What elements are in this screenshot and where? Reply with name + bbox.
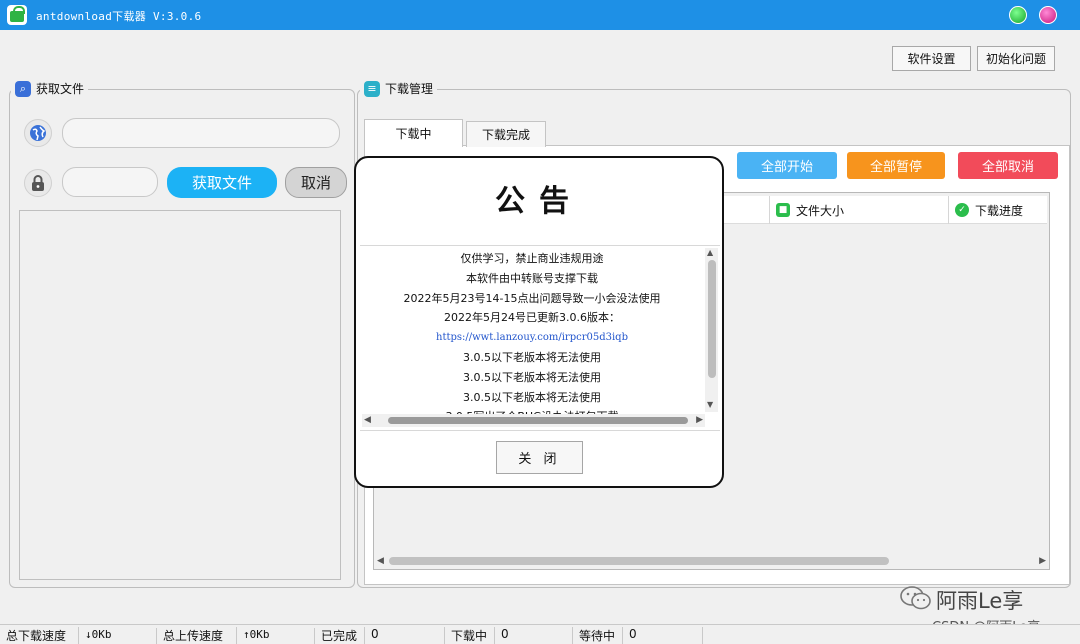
minimize-button[interactable] bbox=[1009, 6, 1027, 24]
globe-icon bbox=[24, 119, 52, 147]
scroll-left-icon[interactable]: ◀ bbox=[377, 556, 384, 566]
clipboard-icon: ≡ bbox=[364, 80, 380, 97]
cancel-button[interactable]: 取消 bbox=[285, 167, 347, 198]
downloading-value: 0 bbox=[495, 627, 573, 644]
notice-link[interactable]: https://wwt.lanzouy.com/irpcr05d3iqb bbox=[360, 328, 704, 348]
scroll-left-icon[interactable]: ◀ bbox=[364, 415, 371, 425]
notice-body[interactable]: 仅供学习，禁止商业违规用途 本软件由中转账号支撑下载 2022年5月23号14-… bbox=[360, 245, 720, 431]
up-speed-value: ↑0Kb bbox=[237, 628, 315, 644]
table-horizontal-scrollbar[interactable]: ◀ ▶ bbox=[375, 554, 1048, 568]
search-icon: ⌕ bbox=[15, 80, 31, 97]
watermark: 阿雨Le享 CSDN @阿雨Le享 bbox=[900, 583, 1078, 635]
wechat-icon bbox=[900, 586, 931, 610]
tab-completed[interactable]: 下载完成 bbox=[466, 121, 546, 147]
notice-dialog: 公告 仅供学习，禁止商业违规用途 本软件由中转账号支撑下载 2022年5月23号… bbox=[354, 156, 724, 488]
notice-title: 公告 bbox=[495, 184, 583, 219]
cancel-all-button[interactable]: 全部取消 bbox=[958, 152, 1058, 179]
notice-scroll-thumb[interactable] bbox=[708, 260, 716, 378]
scroll-right-icon[interactable]: ▶ bbox=[1039, 556, 1046, 566]
notice-line: 2022年5月23号14-15点出问题导致一小会没法使用 bbox=[403, 291, 661, 305]
notice-horizontal-scrollbar[interactable]: ◀ ▶ bbox=[362, 414, 705, 427]
url-input[interactable] bbox=[62, 118, 340, 148]
notice-vertical-scrollbar[interactable]: ▲ ▼ bbox=[705, 248, 718, 412]
notice-lines: 仅供学习，禁止商业违规用途 本软件由中转账号支撑下载 2022年5月23号14-… bbox=[360, 249, 704, 427]
notice-line: 仅供学习，禁止商业违规用途 bbox=[460, 252, 604, 265]
fetch-panel-title: 获取文件 bbox=[36, 82, 85, 96]
notice-line: 2022年5月24号已更新3.0.6版本： bbox=[444, 311, 620, 325]
title-bar: antdownload下载器 V:3.0.6 bbox=[0, 0, 1080, 30]
start-all-button[interactable]: 全部开始 bbox=[737, 152, 837, 179]
download-panel-header: ≡ 下载管理 bbox=[360, 80, 438, 97]
notice-close-button[interactable]: 关 闭 bbox=[496, 441, 583, 474]
tab-downloading[interactable]: 下载中 bbox=[364, 119, 463, 147]
lock-icon bbox=[24, 169, 52, 197]
download-panel-title: 下载管理 bbox=[385, 82, 434, 96]
init-issue-button[interactable]: 初始化问题 bbox=[977, 46, 1055, 71]
notice-hscroll-thumb[interactable] bbox=[388, 417, 688, 424]
check-icon: ✓ bbox=[955, 203, 969, 217]
notice-line: 3.0.5以下老版本将无法使用 bbox=[463, 390, 601, 404]
fetch-panel-header: ⌕ 获取文件 bbox=[11, 80, 89, 97]
notice-line: 3.0.5以下老版本将无法使用 bbox=[463, 350, 601, 364]
scroll-right-icon[interactable]: ▶ bbox=[696, 415, 703, 425]
column-progress-label: 下载进度 bbox=[975, 203, 1024, 218]
down-speed-value: ↓0Kb bbox=[79, 628, 157, 644]
column-file-size[interactable]: ■ 文件大小 bbox=[769, 196, 949, 224]
up-speed-label: 总上传速度 bbox=[157, 627, 237, 644]
window-title: antdownload下载器 V:3.0.6 bbox=[36, 10, 202, 23]
scroll-up-icon[interactable]: ▲ bbox=[707, 248, 713, 257]
downloading-label: 下载中 bbox=[445, 627, 495, 644]
waiting-value: 0 bbox=[623, 627, 703, 644]
scroll-thumb[interactable] bbox=[389, 557, 889, 565]
close-window-button[interactable] bbox=[1039, 6, 1057, 24]
settings-button[interactable]: 软件设置 bbox=[892, 46, 971, 71]
watermark-name: 阿雨Le享 bbox=[936, 589, 1024, 613]
down-speed-label: 总下载速度 bbox=[0, 627, 79, 644]
waiting-label: 等待中 bbox=[573, 627, 623, 644]
done-value: 0 bbox=[365, 627, 445, 644]
notice-line: 3.0.5以下老版本将无法使用 bbox=[463, 370, 601, 384]
file-icon: ■ bbox=[776, 203, 790, 217]
fetch-file-button[interactable]: 获取文件 bbox=[167, 167, 277, 198]
app-logo-icon bbox=[7, 5, 27, 25]
status-bar: 总下载速度 ↓0Kb 总上传速度 ↑0Kb 已完成 0 下载中 0 等待中 0 bbox=[0, 624, 1080, 644]
password-input[interactable] bbox=[62, 167, 158, 197]
column-progress[interactable]: ✓ 下载进度 bbox=[948, 196, 1047, 224]
file-list[interactable] bbox=[19, 210, 341, 580]
done-label: 已完成 bbox=[315, 627, 365, 644]
column-file-size-label: 文件大小 bbox=[796, 203, 845, 218]
notice-line: 本软件由中转账号支撑下载 bbox=[466, 271, 598, 285]
pause-all-button[interactable]: 全部暂停 bbox=[847, 152, 945, 179]
scroll-down-icon[interactable]: ▼ bbox=[707, 400, 713, 409]
